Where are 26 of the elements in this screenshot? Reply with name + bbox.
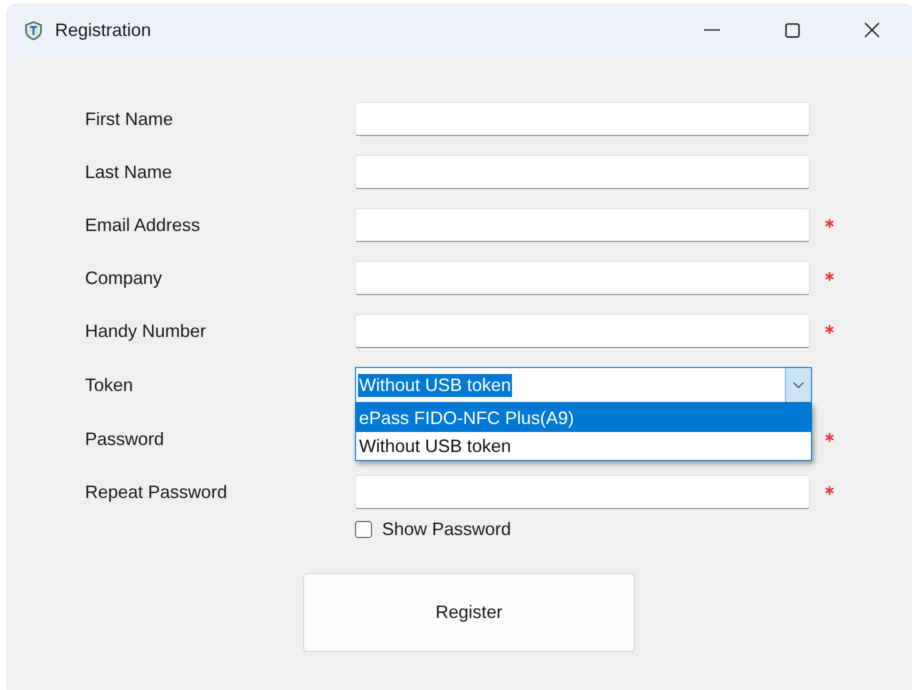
register-button[interactable]: Register (303, 573, 635, 652)
field-label: Email Address (85, 214, 202, 236)
maximize-icon[interactable] (784, 22, 800, 38)
window-title: Registration (55, 20, 152, 40)
checkbox-label[interactable]: Show Password (382, 519, 512, 540)
token-dropdown[interactable]: Without USB token (355, 367, 812, 403)
text-field[interactable] (355, 475, 810, 509)
text-field[interactable] (355, 102, 810, 136)
minimize-icon[interactable] (704, 29, 720, 31)
chevron-down-icon[interactable] (793, 382, 804, 388)
field-label: Token (85, 374, 134, 396)
field-label: Repeat Password (85, 482, 228, 502)
field-label: Last Name (85, 162, 174, 182)
field-label: First Name (85, 108, 174, 130)
show-password-checkbox[interactable] (355, 521, 372, 538)
text-field[interactable] (355, 261, 810, 295)
dropdown-option[interactable]: ePass FIDO-NFC Plus(A9) (356, 404, 811, 432)
text-field[interactable] (355, 314, 810, 348)
field-label: Password (85, 428, 166, 450)
field-label: Handy Number (85, 320, 208, 342)
close-icon[interactable] (864, 22, 880, 38)
field-label: Company (85, 268, 164, 288)
text-field[interactable] (355, 155, 810, 189)
dropdown-option[interactable]: Without USB token (356, 432, 811, 460)
text-field[interactable] (355, 208, 810, 242)
shield-icon (25, 20, 42, 40)
